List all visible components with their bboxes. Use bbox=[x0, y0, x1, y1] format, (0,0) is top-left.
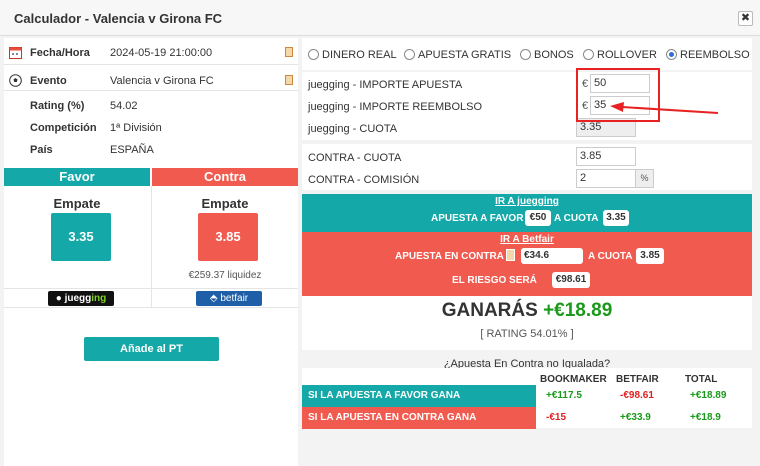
radio-icon bbox=[404, 49, 415, 60]
info-value: Valencia v Girona FC bbox=[110, 75, 214, 87]
favor-instructions: IR A juegging APUESTA A FAVOR €50 A CUOT… bbox=[302, 194, 752, 232]
contra-comision-label: CONTRA - COMISIÓN bbox=[308, 174, 420, 186]
contra-odds-text: A CUOTA bbox=[588, 251, 633, 262]
info-label: País bbox=[30, 144, 53, 156]
radio-icon bbox=[308, 49, 319, 60]
info-row-pais: País ESPAÑA bbox=[4, 139, 298, 161]
radio-icon bbox=[520, 49, 531, 60]
divider bbox=[4, 90, 298, 91]
info-row-fecha: Fecha/Hora 2024-05-19 21:00:00 bbox=[4, 42, 298, 64]
cell-betfair: +€33.9 bbox=[620, 412, 651, 423]
mode-reembolso[interactable]: REEMBOLSO bbox=[666, 49, 750, 61]
favor-odds-text: A CUOTA bbox=[554, 213, 599, 224]
juegging-logo[interactable]: ● juegging bbox=[48, 291, 114, 306]
favor-stake-value: €50 bbox=[525, 210, 551, 226]
radio-selected-icon bbox=[666, 49, 677, 60]
info-row-evento: Evento Valencia v Girona FC bbox=[4, 70, 298, 92]
table-header-betfair: BETFAIR bbox=[616, 374, 659, 385]
favor-stake-text: APUESTA A FAVOR bbox=[431, 213, 524, 224]
betfair-logo[interactable]: ⬘ betfair bbox=[196, 291, 262, 306]
info-label: Fecha/Hora bbox=[30, 47, 90, 59]
table-header-bookmaker: BOOKMAKER bbox=[540, 374, 607, 385]
copy-icon[interactable] bbox=[506, 249, 515, 261]
add-to-pt-button[interactable]: Añade al PT bbox=[84, 337, 219, 361]
info-value: ESPAÑA bbox=[110, 144, 154, 156]
info-row-rating: Rating (%) 54.02 bbox=[4, 95, 298, 117]
contra-instructions: IR A Betfair APUESTA EN CONTRA €34.6 A C… bbox=[302, 232, 752, 296]
table-row: SI LA APUESTA A FAVOR GANA +€117.5 -€98.… bbox=[302, 385, 752, 407]
risk-value: €98.61 bbox=[552, 272, 590, 288]
info-label: Evento bbox=[30, 75, 67, 87]
info-label: Rating (%) bbox=[30, 100, 85, 112]
radio-icon bbox=[583, 49, 594, 60]
soccer-ball-icon bbox=[9, 74, 22, 87]
contra-cuota-label: CONTRA - CUOTA bbox=[308, 152, 402, 164]
liquidity-text: €259.37 liquidez bbox=[188, 270, 262, 281]
mode-rollover[interactable]: ROLLOVER bbox=[583, 49, 657, 61]
importe-apuesta-label: juegging - IMPORTE APUESTA bbox=[308, 79, 463, 91]
profit-amount: +€18.89 bbox=[543, 300, 613, 321]
arrow-annotation bbox=[610, 102, 719, 114]
info-value: 2024-05-19 21:00:00 bbox=[110, 47, 213, 59]
copy-icon[interactable] bbox=[285, 75, 293, 85]
info-value: 54.02 bbox=[110, 100, 138, 112]
link-ir-a-juegging[interactable]: IR A juegging bbox=[302, 196, 752, 207]
dialog-title: Calculador - Valencia v Girona FC bbox=[14, 11, 223, 26]
event-panel: Fecha/Hora 2024-05-19 21:00:00 Evento Va… bbox=[4, 38, 298, 466]
table-row: SI LA APUESTA EN CONTRA GANA -€15 +€33.9… bbox=[302, 407, 752, 429]
row-label: SI LA APUESTA EN CONTRA GANA bbox=[302, 407, 536, 429]
contra-stake-input[interactable]: €34.6 bbox=[521, 248, 583, 264]
contra-odds[interactable]: 3.85 bbox=[198, 213, 258, 261]
row-label: SI LA APUESTA A FAVOR GANA bbox=[302, 385, 536, 407]
table-header-total: TOTAL bbox=[685, 374, 718, 385]
dialog-titlebar: Calculador - Valencia v Girona FC ✖ bbox=[0, 0, 760, 36]
contra-fields: CONTRA - CUOTA 3.85 CONTRA - COMISIÓN 2 … bbox=[302, 144, 752, 190]
favor-odds-value: 3.35 bbox=[603, 210, 629, 226]
favor-selection: Empate bbox=[53, 196, 101, 211]
percent-addon: % bbox=[636, 169, 654, 188]
cell-betfair: -€98.61 bbox=[620, 390, 654, 401]
info-label: Competición bbox=[30, 122, 97, 134]
cell-bookmaker: -€15 bbox=[546, 412, 567, 423]
cell-bookmaker: +€117.5 bbox=[546, 390, 582, 401]
rating-text: [ RATING 54.01% ] bbox=[480, 328, 574, 340]
contra-selection: Empate bbox=[201, 196, 249, 211]
profit-summary: GANARÁS +€18.89 bbox=[302, 300, 752, 322]
mode-bonos[interactable]: BONOS bbox=[520, 49, 574, 61]
contra-odds-value: 3.85 bbox=[636, 248, 664, 264]
close-icon: ✖ bbox=[740, 12, 751, 24]
cell-total: +€18.89 bbox=[690, 390, 727, 401]
logo-row: ● juegging ⬘ betfair bbox=[4, 288, 298, 308]
importe-reembolso-label: juegging - IMPORTE REEMBOLSO bbox=[308, 101, 483, 113]
close-button[interactable]: ✖ bbox=[738, 11, 753, 26]
info-row-competicion: Competición 1ª División bbox=[4, 117, 298, 139]
contra-comision-input[interactable]: 2 bbox=[576, 169, 636, 188]
risk-text: EL RIESGO SERÁ bbox=[452, 275, 537, 286]
calendar-icon bbox=[9, 47, 22, 59]
mode-apuesta-gratis[interactable]: APUESTA GRATIS bbox=[404, 49, 511, 61]
copy-icon[interactable] bbox=[285, 47, 293, 57]
cuota-label: juegging - CUOTA bbox=[308, 123, 398, 135]
contra-stake-text: APUESTA EN CONTRA bbox=[395, 251, 504, 262]
contra-header: Contra bbox=[152, 168, 298, 186]
mode-dinero-real[interactable]: DINERO REAL bbox=[308, 49, 397, 61]
contra-cuota-input[interactable]: 3.85 bbox=[576, 147, 636, 166]
link-ir-a-betfair[interactable]: IR A Betfair bbox=[302, 234, 752, 245]
favor-odds[interactable]: 3.35 bbox=[51, 213, 111, 261]
profit-label: GANARÁS bbox=[441, 300, 538, 321]
info-value: 1ª División bbox=[110, 122, 162, 134]
cell-total: +€18.9 bbox=[690, 412, 721, 423]
favor-header: Favor bbox=[4, 168, 150, 186]
mode-selector: DINERO REAL APUESTA GRATIS BONOS ROLLOVE… bbox=[302, 38, 752, 70]
divider bbox=[4, 64, 298, 65]
